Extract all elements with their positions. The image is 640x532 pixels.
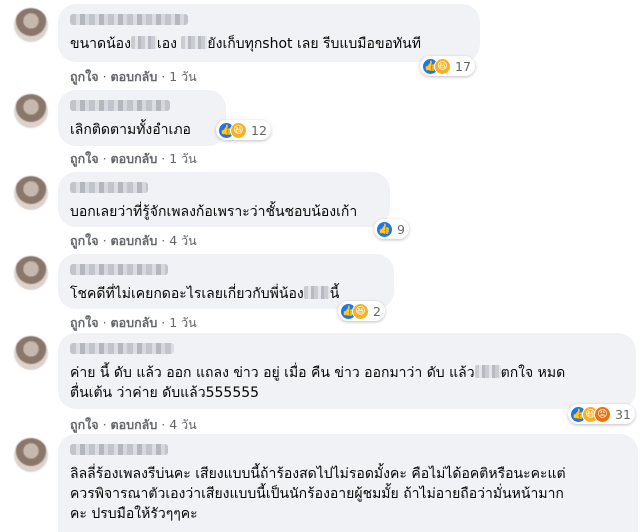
- reaction-summary[interactable]: 👍 😆 2: [338, 301, 385, 321]
- reaction-count: 17: [455, 58, 471, 74]
- reaction-count: 9: [397, 221, 405, 237]
- haha-icon: 😆: [352, 302, 369, 320]
- comment-bubble: เลิกติดตามทั้งอำเภอ: [58, 90, 226, 146]
- comment-text: ขนาดน้อง เอง ยังเก็บทุกshot เลย รีบแบมือข…: [70, 36, 421, 52]
- comment-bubble: ลิลลี่ร้องเพลงรีบ่นคะ เสียงแบบนี้ถ้าร้อง…: [58, 434, 638, 532]
- avatar[interactable]: [14, 94, 48, 128]
- avatar[interactable]: [14, 176, 48, 210]
- like-link[interactable]: ถูกใจ: [70, 233, 99, 248]
- reaction-count: 12: [251, 122, 267, 138]
- reply-link[interactable]: ตอบกลับ: [111, 151, 158, 166]
- comment-actions: ถูกใจ · ตอบกลับ · 1 วัน: [70, 69, 197, 84]
- redacted-text: [181, 36, 208, 49]
- comment-text-line: ลิลลี่ร้องเพลงรีบ่นคะ เสียงแบบนี้ถ้าร้อง…: [70, 466, 566, 482]
- timestamp[interactable]: 4 วัน: [169, 233, 197, 248]
- reaction-summary[interactable]: 👍 😆 12: [216, 120, 271, 140]
- commenter-name-blurred[interactable]: [70, 182, 148, 193]
- comment-actions: ถูกใจ · ตอบกลับ · 1 วัน: [70, 151, 197, 166]
- reaction-count: 2: [373, 303, 381, 319]
- like-link[interactable]: ถูกใจ: [70, 151, 99, 166]
- angry-icon: 😡: [594, 405, 611, 423]
- comment-text: โชคดีที่ไม่เคยกดอะไรเลยเกี่ยวกับพี่น้องน…: [70, 286, 340, 302]
- haha-icon: 😆: [434, 57, 451, 75]
- commenter-name-blurred[interactable]: [70, 14, 188, 25]
- comment-text: เลิกติดตามทั้งอำเภอ: [70, 122, 191, 138]
- comment-bubble: ขนาดน้อง เอง ยังเก็บทุกshot เลย รีบแบมือข…: [58, 4, 480, 62]
- reaction-summary[interactable]: 👍 😆 😡 31: [568, 404, 635, 424]
- commenter-name-blurred[interactable]: [70, 264, 168, 275]
- comment-text-line: ค่าย นี้ ดับ แล้ว ออก แถลง ข่าว อยู่ เมื…: [70, 365, 566, 381]
- avatar[interactable]: [14, 336, 48, 370]
- commenter-name-blurred[interactable]: [70, 343, 174, 354]
- comment-text-line: ควรพิจารณาตัวเองว่าเสียงแบบนี้เป็นนักร้อ…: [70, 486, 564, 502]
- reply-link[interactable]: ตอบกลับ: [111, 315, 158, 330]
- reaction-count: 31: [615, 406, 631, 422]
- comment-text-line: ตื่นเต้น ว่าค่าย ดับแล้ว555555: [70, 385, 260, 401]
- comment-text-line: คะ ปรบมือให้รัวๆๆคะ: [70, 506, 198, 522]
- reaction-summary[interactable]: 👍 9: [374, 219, 409, 239]
- timestamp[interactable]: 1 วัน: [169, 315, 197, 330]
- reply-link[interactable]: ตอบกลับ: [111, 69, 158, 84]
- reply-link[interactable]: ตอบกลับ: [111, 233, 158, 248]
- reaction-summary[interactable]: 👍 😆 17: [420, 56, 475, 76]
- like-icon: 👍: [376, 220, 393, 238]
- timestamp[interactable]: 4 วัน: [169, 417, 197, 432]
- timestamp[interactable]: 1 วัน: [169, 69, 197, 84]
- redacted-text: [474, 365, 501, 378]
- comment-bubble: บอกเลยว่าที่รู้จักเพลงก้อเพราะว่าชั้นชอบ…: [58, 172, 390, 227]
- comment-actions: ถูกใจ · ตอบกลับ · 4 วัน: [70, 417, 197, 432]
- comment-bubble: ค่าย นี้ ดับ แล้ว ออก แถลง ข่าว อยู่ เมื…: [58, 333, 636, 409]
- avatar[interactable]: [14, 8, 48, 42]
- timestamp[interactable]: 1 วัน: [169, 151, 197, 166]
- redacted-text: [130, 36, 157, 49]
- like-link[interactable]: ถูกใจ: [70, 69, 99, 84]
- haha-icon: 😆: [230, 121, 247, 139]
- reply-link[interactable]: ตอบกลับ: [111, 417, 158, 432]
- comment-text: บอกเลยว่าที่รู้จักเพลงก้อเพราะว่าชั้นชอบ…: [70, 204, 358, 220]
- comment-actions: ถูกใจ · ตอบกลับ · 4 วัน: [70, 233, 197, 248]
- commenter-name-blurred[interactable]: [70, 100, 170, 111]
- like-link[interactable]: ถูกใจ: [70, 315, 99, 330]
- like-link[interactable]: ถูกใจ: [70, 417, 99, 432]
- avatar[interactable]: [14, 438, 48, 472]
- commenter-name-blurred[interactable]: [70, 444, 168, 455]
- avatar[interactable]: [14, 256, 48, 290]
- comment-actions: ถูกใจ · ตอบกลับ · 1 วัน: [70, 315, 197, 330]
- redacted-text: [303, 286, 330, 299]
